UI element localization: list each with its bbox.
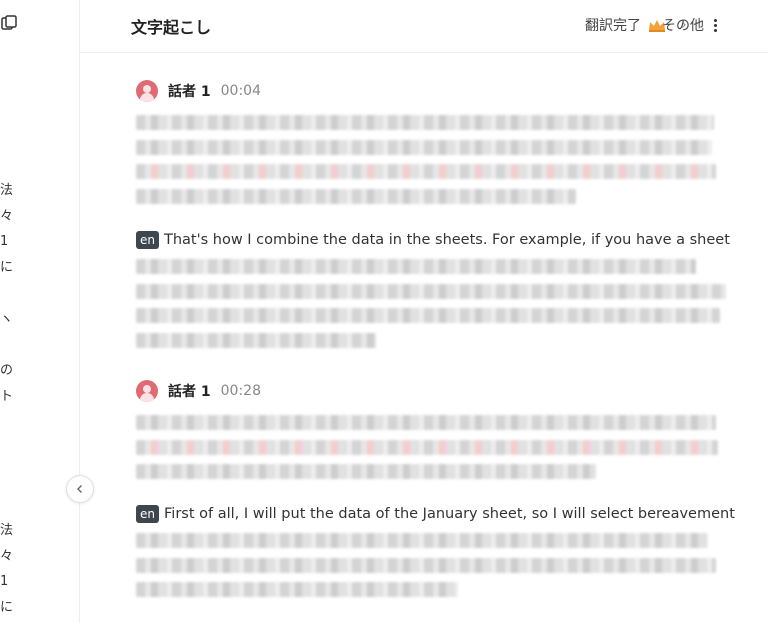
translation-first-line: en First of all, I will put the data of … <box>136 505 735 523</box>
speaker-name: 話者 1 <box>168 84 211 100</box>
speaker-row: 話者 1 00:28 <box>136 379 732 403</box>
copy-icon[interactable] <box>0 14 18 32</box>
speaker-name: 話者 1 <box>168 384 211 400</box>
transcript-segment: 話者 1 00:28 <box>136 379 732 489</box>
translation-block: en First of all, I will put the data of … <box>136 505 735 607</box>
original-text-blurred <box>136 115 732 204</box>
translation-text: First of all, I will put the data of the… <box>164 506 735 522</box>
header: 文字起こし 翻訳完了 › その他 <box>80 0 768 53</box>
speaker-row: 話者 1 00:04 <box>136 79 732 103</box>
left-rail: 法 々 1 に ヽ の ト 法 々 1 に <box>0 0 80 623</box>
translation-text-blurred <box>136 259 732 348</box>
translation-first-line: en That's how I combine the data in the … <box>136 231 732 249</box>
page-title: 文字起こし <box>131 18 212 37</box>
segment-timestamp[interactable]: 00:04 <box>221 83 261 99</box>
translation-text: That's how I combine the data in the she… <box>164 232 730 248</box>
translation-status-label: 翻訳完了 <box>585 18 641 34</box>
rail-text-a: 法 々 1 に ヽ の ト <box>0 183 14 404</box>
more-label: その他 <box>662 18 704 34</box>
transcript-segment: 話者 1 00:04 <box>136 79 732 213</box>
language-badge: en <box>136 231 159 249</box>
more-menu-button[interactable]: その他 <box>662 15 717 35</box>
transcript-panel: 話者 1 00:04 en That's how I combine the d… <box>80 53 768 623</box>
language-badge: en <box>136 505 159 523</box>
more-vertical-icon <box>714 18 717 32</box>
rail-text-b: 法 々 1 に <box>0 523 14 616</box>
translation-block: en That's how I combine the data in the … <box>136 231 732 357</box>
segment-timestamp[interactable]: 00:28 <box>221 383 261 399</box>
original-text-blurred <box>136 415 732 479</box>
speaker-avatar <box>136 380 158 402</box>
speaker-avatar <box>136 80 158 102</box>
translation-text-blurred <box>136 533 732 597</box>
